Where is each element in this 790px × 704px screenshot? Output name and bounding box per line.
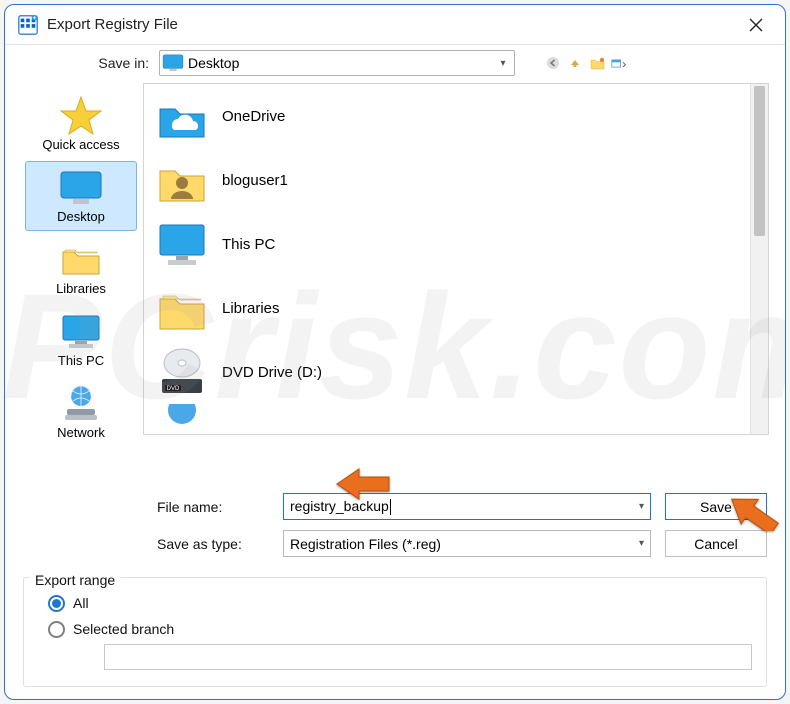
registry-icon [17, 14, 39, 36]
place-this-pc[interactable]: This PC [25, 305, 137, 375]
dialog-body: Quick access Desktop Libraries This PC [5, 79, 785, 483]
save-in-row: Save in: Desktop ▾ [5, 45, 785, 79]
cancel-button[interactable]: Cancel [665, 530, 767, 557]
item-label: bloguser1 [222, 172, 288, 189]
star-icon [57, 94, 105, 136]
place-desktop[interactable]: Desktop [25, 161, 137, 231]
titlebar: Export Registry File [5, 5, 785, 45]
radio-selected-branch[interactable] [48, 621, 65, 638]
onedrive-icon [154, 89, 210, 143]
place-label: Libraries [56, 281, 106, 296]
chevron-down-icon[interactable]: ▾ [639, 538, 644, 549]
libraries-icon [57, 238, 105, 280]
place-quick-access[interactable]: Quick access [25, 89, 137, 159]
list-item[interactable]: OneDrive [144, 84, 768, 148]
place-label: Desktop [57, 209, 105, 224]
radio-all-row[interactable]: All [48, 590, 756, 616]
svg-text:DVD: DVD [167, 386, 180, 392]
network-icon [57, 382, 105, 424]
save-as-type-label: Save as type: [157, 536, 269, 552]
user-folder-icon [154, 153, 210, 207]
place-label: Network [57, 425, 105, 440]
item-label: DVD Drive (D:) [222, 364, 322, 381]
cancel-button-label: Cancel [694, 536, 738, 552]
export-range-group: Export range All Selected branch [23, 563, 767, 687]
window-title: Export Registry File [47, 16, 178, 33]
list-item[interactable]: Libraries [144, 276, 768, 340]
branch-path-input[interactable] [104, 644, 752, 670]
save-button-label: Save [700, 499, 732, 515]
save-as-type-value: Registration Files (*.reg) [290, 536, 639, 552]
views-icon[interactable] [611, 55, 627, 71]
desktop-icon [57, 166, 105, 208]
save-in-label: Save in: [85, 55, 149, 71]
close-icon [749, 18, 763, 32]
file-list-pane[interactable]: OneDrive bloguser1 This PC Libraries [143, 83, 769, 435]
libraries-large-icon [154, 281, 210, 335]
filename-value: registry_backup [290, 498, 389, 514]
dialog-window: Export Registry File Save in: Desktop ▾ [4, 4, 786, 700]
export-range-title: Export range [29, 572, 121, 588]
chevron-down-icon[interactable]: ▾ [639, 501, 644, 512]
item-label: Libraries [222, 300, 280, 317]
back-icon[interactable] [545, 55, 561, 71]
radio-branch-row[interactable]: Selected branch [48, 616, 756, 642]
scrollbar-thumb[interactable] [754, 86, 765, 236]
item-label: This PC [222, 236, 275, 253]
radio-all-label: All [73, 595, 89, 611]
form-area: File name: registry_backup ▾ Save Save a… [5, 483, 785, 559]
scrollbar[interactable] [750, 84, 768, 434]
places-bar: Quick access Desktop Libraries This PC [21, 83, 141, 483]
mini-toolbar [545, 55, 627, 71]
list-item[interactable]: DVD DVD Drive (D:) [144, 340, 768, 404]
filename-input[interactable]: registry_backup ▾ [283, 493, 651, 520]
save-in-combo[interactable]: Desktop ▾ [159, 50, 515, 76]
save-button[interactable]: Save [665, 493, 767, 520]
item-label: OneDrive [222, 108, 285, 125]
save-as-type-combo[interactable]: Registration Files (*.reg) ▾ [283, 530, 651, 557]
list-item[interactable]: bloguser1 [144, 148, 768, 212]
place-label: This PC [58, 353, 104, 368]
filename-label: File name: [157, 499, 269, 515]
list-item[interactable]: This PC [144, 212, 768, 276]
text-caret [390, 499, 391, 515]
this-pc-large-icon [154, 217, 210, 271]
place-network[interactable]: Network [25, 377, 137, 447]
chevron-down-icon: ▾ [494, 58, 512, 69]
this-pc-icon [57, 310, 105, 352]
network-large-icon [154, 404, 210, 426]
place-libraries[interactable]: Libraries [25, 233, 137, 303]
desktop-icon [162, 53, 184, 73]
save-in-value: Desktop [188, 55, 494, 71]
dvd-drive-icon: DVD [154, 345, 210, 399]
close-button[interactable] [733, 5, 779, 45]
place-label: Quick access [42, 137, 119, 152]
up-icon[interactable] [567, 55, 583, 71]
radio-all[interactable] [48, 595, 65, 612]
list-item[interactable] [144, 404, 768, 426]
new-folder-icon[interactable] [589, 55, 605, 71]
radio-branch-label: Selected branch [73, 621, 174, 637]
